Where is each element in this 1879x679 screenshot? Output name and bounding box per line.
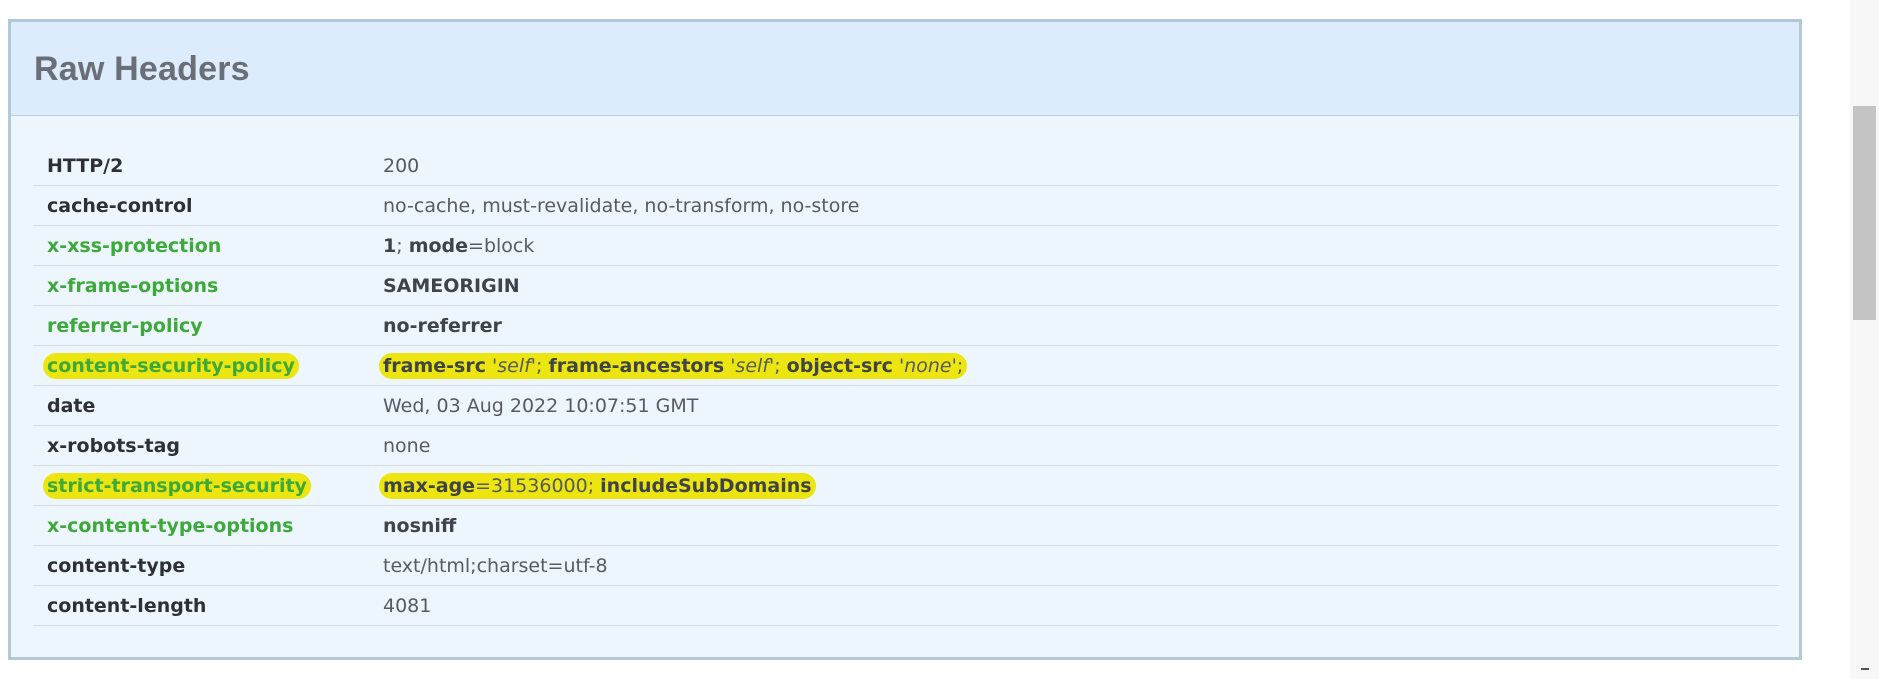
header-value-part: ; <box>956 354 964 377</box>
header-name: content-security-policy <box>33 352 383 379</box>
header-value: Wed, 03 Aug 2022 10:07:51 GMT <box>383 395 698 417</box>
header-value-part: SAMEORIGIN <box>383 274 520 297</box>
panel-title: Raw Headers <box>34 50 250 88</box>
header-row: x-content-type-options nosniff <box>33 506 1779 546</box>
header-value: text/html;charset=utf-8 <box>383 555 608 577</box>
header-name: x-xss-protection <box>47 234 222 257</box>
header-row: content-length 4081 <box>33 586 1779 626</box>
header-value: SAMEORIGIN <box>383 275 520 297</box>
header-value: 200 <box>383 155 419 177</box>
header-name: referrer-policy <box>47 314 203 337</box>
header-value-part: includeSubDomains <box>600 474 812 497</box>
header-value-part: frame-ancestors <box>548 354 725 377</box>
header-value-part: none <box>383 434 431 457</box>
header-value-part: ; <box>396 234 409 257</box>
header-value: frame-src 'self'; frame-ancestors 'self'… <box>379 352 968 379</box>
header-value: 4081 <box>383 595 431 617</box>
highlight-mark: max-age=31536000; includeSubDomains <box>379 472 816 499</box>
scroll-down-arrow-icon[interactable] <box>1861 668 1869 673</box>
header-value-part: ; <box>774 354 787 377</box>
header-value-part: 1 <box>383 234 397 257</box>
raw-headers-panel: Raw Headers HTTP/2 200 cache-control no-cac… <box>8 19 1802 660</box>
header-value-part: 4081 <box>383 594 432 617</box>
header-value: max-age=31536000; includeSubDomains <box>379 472 816 499</box>
header-name: content-length <box>47 594 207 617</box>
header-value-part: Wed, 03 Aug 2022 10:07:51 GMT <box>383 394 699 417</box>
header-name: HTTP/2 <box>47 154 124 177</box>
header-value-part: max-age <box>383 474 476 497</box>
header-value: no-referrer <box>383 315 502 337</box>
header-value: nosniff <box>383 515 456 537</box>
highlight-mark: strict-transport-security <box>43 472 311 499</box>
header-value-part: =31536000; <box>475 474 601 497</box>
header-row: x-robots-tag none <box>33 426 1779 466</box>
header-value-part: mode <box>408 234 469 257</box>
header-value: none <box>383 435 430 457</box>
header-row: date Wed, 03 Aug 2022 10:07:51 GMT <box>33 386 1779 426</box>
header-name: cache-control <box>47 194 193 217</box>
header-row: x-xss-protection 1; mode=block <box>33 226 1779 266</box>
panel-heading: Raw Headers <box>11 22 1799 116</box>
header-value-part: 200 <box>383 154 420 177</box>
header-value-part: ; <box>536 354 549 377</box>
header-value-part: 'self' <box>492 354 537 377</box>
header-value-part: 'self' <box>730 354 775 377</box>
highlight-mark: content-security-policy <box>43 352 299 379</box>
header-value-part: text/html;charset=utf-8 <box>383 554 608 577</box>
header-name: content-type <box>47 554 186 577</box>
header-value: 1; mode=block <box>383 235 534 257</box>
vertical-scrollbar-thumb[interactable] <box>1853 106 1876 320</box>
header-row: content-security-policy frame-src 'self';… <box>33 346 1779 386</box>
header-value-part: nosniff <box>383 514 457 537</box>
header-row: cache-control no-cache, must-revalidate, … <box>33 186 1779 226</box>
header-value-part: frame-src <box>383 354 486 377</box>
vertical-scrollbar-track[interactable] <box>1850 0 1879 679</box>
header-name: strict-transport-security <box>33 472 383 499</box>
header-row: strict-transport-security max-age=3153600… <box>33 466 1779 506</box>
header-value-part: no-cache, must-revalidate, no-transform,… <box>383 194 860 217</box>
header-value-part: no-referrer <box>383 314 502 337</box>
header-row: x-frame-options SAMEORIGIN <box>33 266 1779 306</box>
header-value-part: 'none' <box>898 354 957 377</box>
header-value-part: =block <box>468 234 535 257</box>
header-name: x-content-type-options <box>47 514 294 537</box>
header-name: date <box>47 394 96 417</box>
highlight-mark: frame-src 'self'; frame-ancestors 'self'… <box>379 352 968 379</box>
header-name: x-robots-tag <box>47 434 180 457</box>
headers-table: HTTP/2 200 cache-control no-cache, must-rev… <box>33 146 1779 626</box>
header-row: HTTP/2 200 <box>33 146 1779 186</box>
header-row: referrer-policy no-referrer <box>33 306 1779 346</box>
header-value-part: object-src <box>786 354 893 377</box>
header-value: no-cache, must-revalidate, no-transform,… <box>383 195 859 217</box>
header-row: content-type text/html;charset=utf-8 <box>33 546 1779 586</box>
header-name: x-frame-options <box>47 274 219 297</box>
